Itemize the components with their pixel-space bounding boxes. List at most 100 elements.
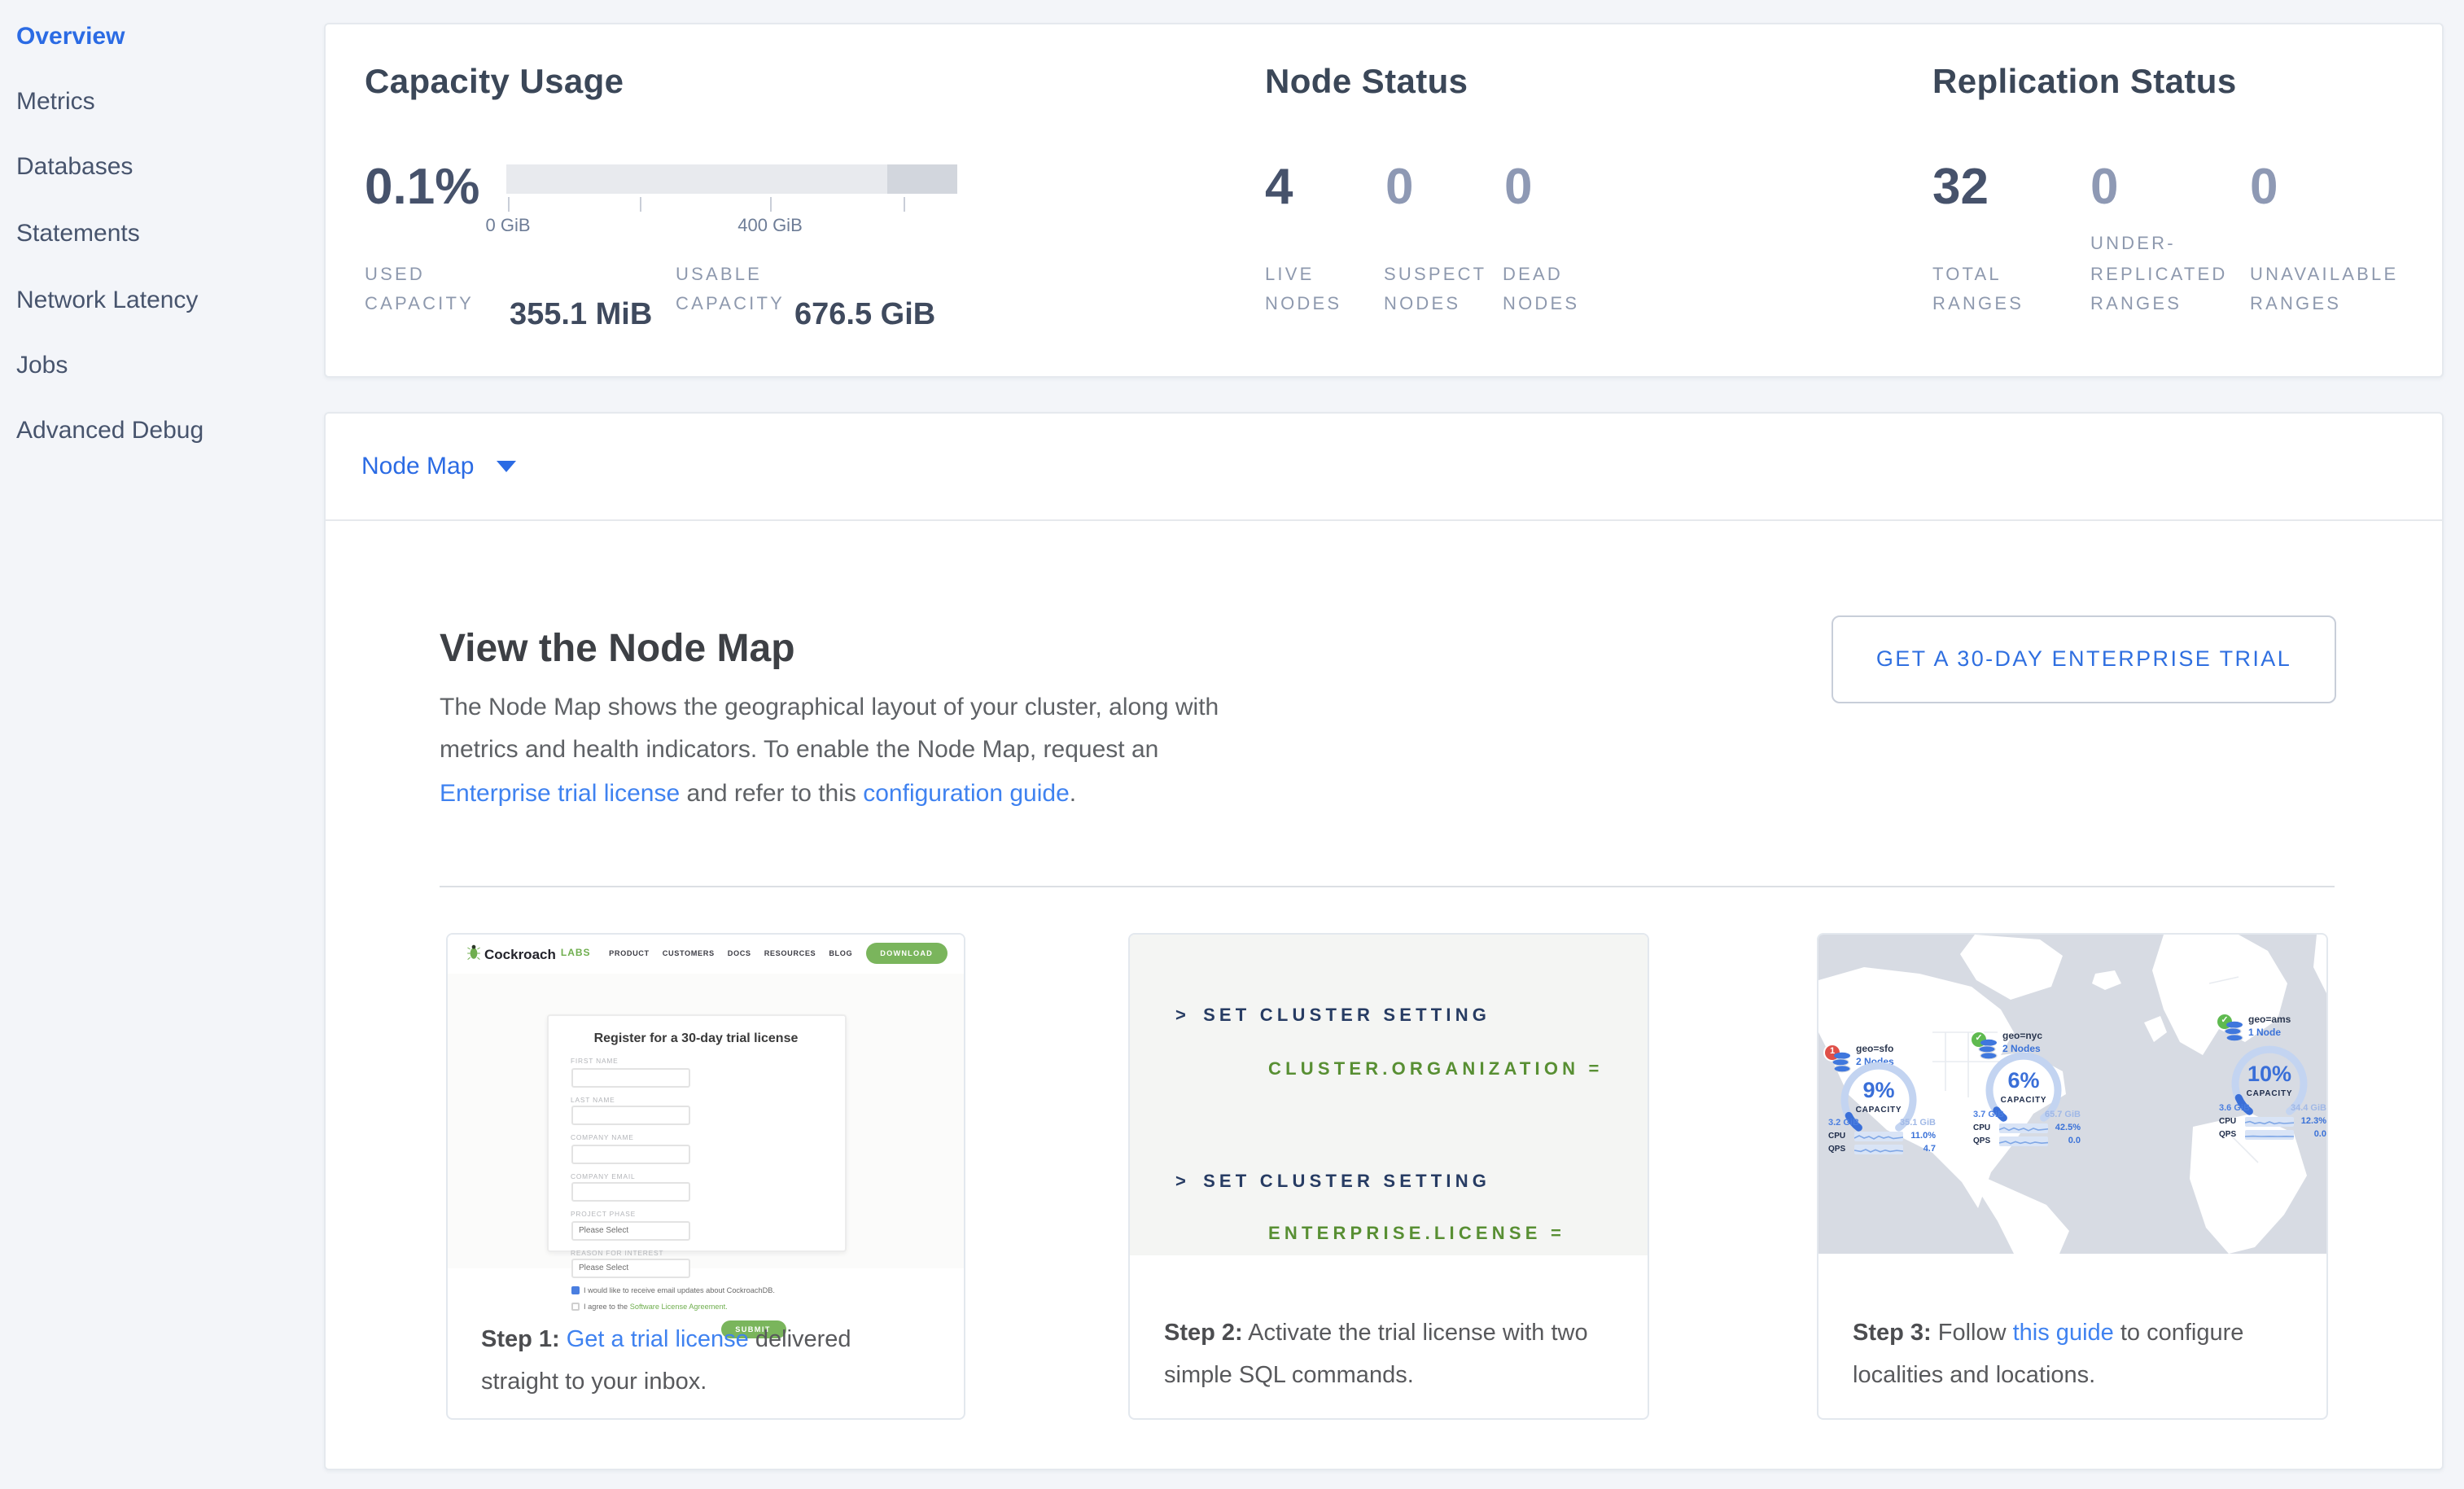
preview-nav-blog: BLOG xyxy=(829,949,852,957)
node-status-title: Node Status xyxy=(1265,63,1468,102)
get-enterprise-trial-button[interactable]: GET A 30-DAY ENTERPRISE TRIAL xyxy=(1832,615,2336,703)
sidebar-item-overview[interactable]: Overview xyxy=(16,21,125,54)
cpu-label: CPU xyxy=(1973,1123,1994,1133)
get-trial-license-link[interactable]: Get a trial license xyxy=(567,1327,749,1353)
qps-value: 4.7 xyxy=(1923,1145,1936,1154)
view-selector-row: Node Map xyxy=(326,413,2442,520)
project-phase-select: Please Select xyxy=(571,1220,689,1240)
preview-nav-docs: DOCS xyxy=(728,949,751,957)
capacity-percent: 10% xyxy=(2230,1062,2309,1086)
cpu-row: CPU 11.0% xyxy=(1828,1132,1936,1141)
under-replicated-ranges-value: 0 xyxy=(2090,157,2119,216)
sql-argument-1: CLUSTER.ORGANIZATION = xyxy=(1268,1060,1604,1080)
configuration-guide-link[interactable]: configuration guide xyxy=(863,779,1070,807)
cpu-row: CPU 12.3% xyxy=(2219,1117,2326,1127)
software-license-agreement-link: Software License Agreement. xyxy=(630,1303,728,1311)
step-3-text: Step 3: Follow this guide to configure l… xyxy=(1818,1312,2326,1418)
license-agreement-label: I agree to the Software License Agreemen… xyxy=(584,1303,728,1311)
node-map-preview: 1 geo=sfo 2 Nodes 9% CAPACITY 3.2 GiB 35 xyxy=(1818,935,2326,1254)
sidebar-item-advanced-debug[interactable]: Advanced Debug xyxy=(16,415,204,448)
field-label-company-email: COMPANY EMAIL xyxy=(571,1171,689,1180)
cpu-value: 11.0% xyxy=(1910,1132,1936,1141)
preview-nav-resources: RESOURCES xyxy=(764,949,816,957)
description-text: The Node Map shows the geographical layo… xyxy=(440,693,1219,764)
qps-value: 0.0 xyxy=(2068,1136,2081,1146)
capacity-used: 3.2 GiB xyxy=(1828,1119,1859,1128)
this-guide-link[interactable]: this guide xyxy=(2013,1320,2114,1347)
overview-content-card: Node Map View the Node Map The Node Map … xyxy=(324,411,2444,1469)
qps-label: QPS xyxy=(1828,1145,1849,1154)
sql-statement-2: >SET CLUSTER SETTING xyxy=(1175,1172,1490,1192)
email-updates-label: I would like to receive email updates ab… xyxy=(584,1286,775,1294)
company-name-input xyxy=(571,1144,689,1163)
last-name-input xyxy=(571,1106,689,1125)
dead-nodes-label: DEAD NODES xyxy=(1503,260,1600,320)
sidebar-item-network-latency[interactable]: Network Latency xyxy=(16,285,198,318)
sql-commands-preview: > SET CLUSTER SETTING CLUSTER.ORGANIZATIO… xyxy=(1130,935,1648,1255)
qps-row: QPS 4.7 xyxy=(1828,1145,1936,1154)
sql-statement-1: > SET CLUSTER SETTING xyxy=(1175,1006,1490,1026)
company-email-input xyxy=(571,1182,689,1202)
description-text: . xyxy=(1070,779,1076,807)
enterprise-trial-license-link[interactable]: Enterprise trial license xyxy=(440,779,680,807)
sidebar-item-jobs[interactable]: Jobs xyxy=(16,350,68,383)
sparkline xyxy=(1999,1123,2048,1133)
qps-value: 0.0 xyxy=(2314,1130,2326,1140)
live-nodes-value: 4 xyxy=(1265,157,1293,216)
node-map-description: The Node Map shows the geographical layo… xyxy=(440,686,1221,816)
total-ranges-label: TOTAL RANGES xyxy=(1932,260,2046,320)
step-1-text: Step 1: Get a trial license delivered st… xyxy=(447,1319,964,1418)
brand-suffix-text: LABS xyxy=(561,948,591,958)
step-card-node-map: 1 geo=sfo 2 Nodes 9% CAPACITY 3.2 GiB 35 xyxy=(1817,933,2328,1420)
capacity-percent: 6% xyxy=(1985,1068,2063,1093)
sql-command: SET CLUSTER SETTING xyxy=(1203,1006,1490,1026)
sidebar-item-metrics[interactable]: Metrics xyxy=(16,86,95,119)
qps-row: QPS 0.0 xyxy=(1973,1136,2081,1146)
sidebar-item-databases[interactable]: Databases xyxy=(16,151,133,184)
sql-prompt: > xyxy=(1175,1006,1190,1026)
suspect-nodes-label: SUSPECT NODES xyxy=(1384,260,1491,320)
capacity-total: 35.1 GiB xyxy=(1900,1119,1936,1128)
sidebar-item-statements[interactable]: Statements xyxy=(16,218,140,251)
brand-text: Cockroach xyxy=(484,945,556,961)
field-label-reason: REASON FOR INTEREST xyxy=(571,1248,689,1256)
sparkline xyxy=(2245,1130,2294,1140)
step-card-trial-license: Cockroach LABS PRODUCT CUSTOMERS DOCS RE… xyxy=(445,933,965,1420)
capacity-usage-title: Capacity Usage xyxy=(365,63,624,102)
capacity-label: CAPACITY xyxy=(1840,1106,1918,1115)
step-3-label: Step 3: xyxy=(1853,1320,1932,1347)
form-title: Register for a 30-day trial license xyxy=(571,1031,821,1045)
sparkline xyxy=(1854,1132,1903,1141)
step-text-fragment xyxy=(560,1327,567,1353)
cockroach-labs-logo: Cockroach LABS xyxy=(466,944,591,962)
capacity-used: 3.7 GiB xyxy=(1973,1110,2004,1120)
capacity-usage-bar xyxy=(506,164,957,193)
replication-status-title: Replication Status xyxy=(1932,63,2237,102)
step-2-label: Step 2: xyxy=(1164,1320,1243,1347)
capacity-values-row: 3.2 GiB 35.1 GiB xyxy=(1828,1119,1936,1128)
field-label-company-name: COMPANY NAME xyxy=(571,1133,689,1141)
capacity-values-row: 3.6 GiB 34.4 GiB xyxy=(2219,1104,2326,1114)
sparkline xyxy=(2245,1117,2294,1127)
suspect-nodes-value: 0 xyxy=(1385,157,1414,216)
field-label-project-phase: PROJECT PHASE xyxy=(571,1210,689,1218)
locality-name: geo=ams xyxy=(2248,1016,2291,1026)
field-label-last-name: LAST NAME xyxy=(571,1095,689,1103)
node-map-dropdown[interactable]: Node Map xyxy=(361,452,516,480)
sql-prompt: > xyxy=(1175,1172,1190,1192)
axis-tick-label-400: 400 GiB xyxy=(737,216,803,235)
axis-tick-label-0: 0 GiB xyxy=(485,216,530,235)
page-title: View the Node Map xyxy=(440,626,795,672)
field-label-first-name: FIRST NAME xyxy=(571,1057,689,1065)
locality-nodes: 1 Node xyxy=(2248,1029,2281,1039)
cpu-label: CPU xyxy=(1828,1132,1849,1141)
sql-argument-2: ENTERPRISE.LICENSE = xyxy=(1268,1224,1565,1244)
cpu-row: CPU 42.5% xyxy=(1973,1123,2081,1133)
sparkline xyxy=(1854,1145,1903,1154)
axis-tick xyxy=(640,196,641,211)
dead-nodes-value: 0 xyxy=(1504,157,1533,216)
chevron-down-icon xyxy=(497,460,516,471)
section-divider xyxy=(440,885,2335,887)
unavailable-ranges-value: 0 xyxy=(2250,157,2278,216)
first-name-input xyxy=(571,1067,689,1087)
